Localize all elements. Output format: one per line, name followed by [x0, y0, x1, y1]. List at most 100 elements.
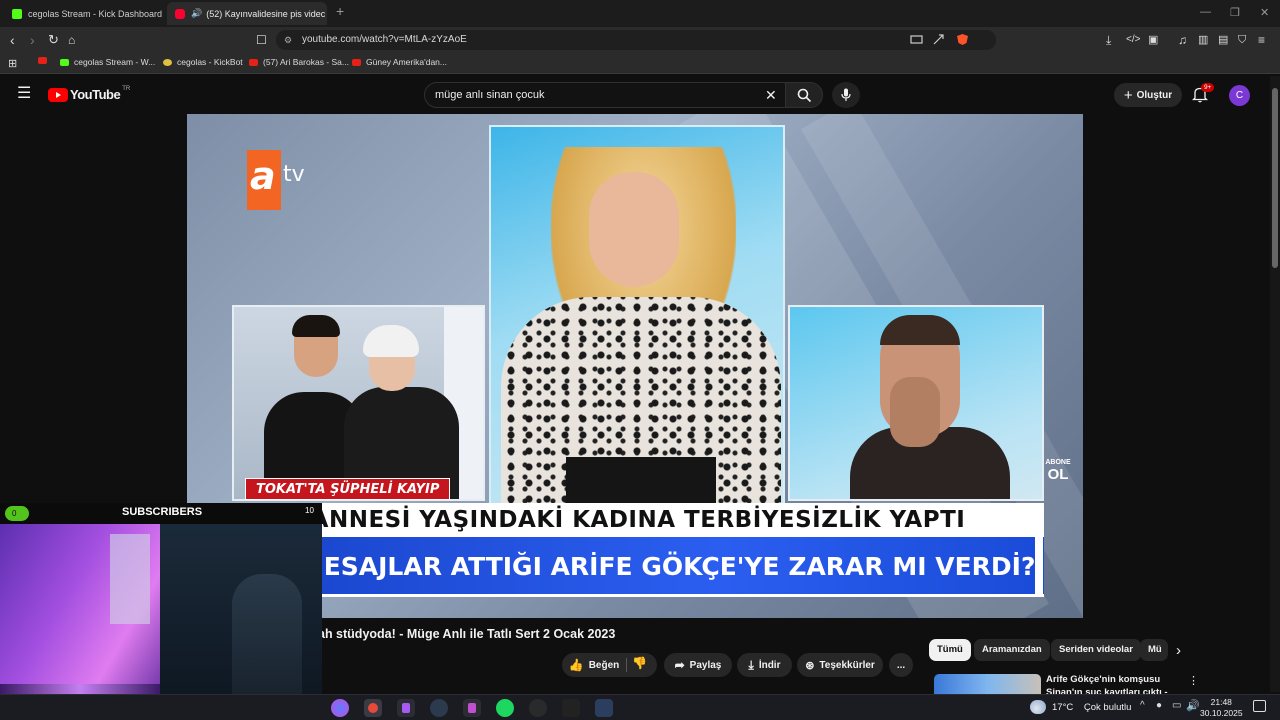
chips-next-icon[interactable]: › — [1176, 642, 1181, 659]
bookmark-ari-barokas[interactable]: (57) Ari Barokas - Sa... — [249, 57, 349, 67]
download-button[interactable]: ⤓ İndir — [737, 653, 792, 677]
bookmark-label: Güney Amerika'dan... — [366, 57, 447, 67]
guest-hand — [890, 377, 940, 447]
avatar[interactable]: C — [1229, 85, 1250, 106]
chip-from-search[interactable]: Aramanızdan — [974, 639, 1050, 661]
more-actions-button[interactable]: ... — [889, 653, 913, 677]
guest-panel-right — [788, 305, 1044, 501]
temperature: 17°C — [1052, 702, 1074, 713]
weather-widget[interactable]: 17°C Çok bulutlu — [1052, 702, 1131, 713]
taskbar-spotify-icon[interactable] — [496, 699, 514, 717]
thanks-icon: ⊛ — [805, 659, 815, 672]
sidebar-more-icon[interactable]: ⋮ — [1188, 674, 1199, 687]
country-code: TR — [122, 85, 131, 92]
tab-title: cegolas Stream - Kick Dashboard — [28, 8, 163, 19]
bookmark-label: cegolas Stream - W... — [74, 57, 156, 67]
taskbar-kick-icon[interactable] — [397, 699, 415, 717]
search-query: müge anlı sinan çocuk — [435, 89, 545, 101]
close-tab-icon[interactable]: ✕ — [325, 7, 327, 20]
youtube-logo[interactable]: YouTube TR — [48, 85, 131, 102]
bookmark-youtube[interactable] — [38, 57, 52, 64]
taskbar-globe-icon[interactable] — [430, 699, 448, 717]
chip-series-videos[interactable]: Seriden videolar — [1051, 639, 1141, 661]
hamburger-menu-icon[interactable]: ☰ — [17, 86, 31, 102]
taskbar-app-icon[interactable] — [331, 699, 349, 717]
headline-bottom: KİN MESAJLAR ATTIĞI ARİFE GÖKÇE'YE ZARAR… — [232, 537, 1044, 597]
bookmark-guney-amerika[interactable]: Güney Amerika'dan... — [352, 57, 447, 67]
bookmark-kickbot[interactable]: cegolas - KickBot — [163, 57, 243, 67]
notification-center-icon[interactable] — [1253, 700, 1266, 712]
new-tab-icon[interactable]: + — [336, 3, 344, 19]
screenshot-icon[interactable]: ▣ — [1148, 32, 1158, 48]
tray-network-icon[interactable]: ▭ — [1172, 700, 1181, 711]
taskbar-brave-icon[interactable] — [364, 699, 382, 717]
bookmark-icon[interactable]: ☐ — [256, 32, 267, 48]
apps-grid-icon[interactable]: ⊞ — [8, 57, 17, 70]
scrollbar-thumb[interactable] — [1272, 88, 1278, 268]
wallet-icon[interactable]: ▤ — [1218, 32, 1228, 48]
speaker-icon: 🔊 — [191, 8, 203, 18]
address-bar[interactable]: ⚙ youtube.com/watch?v=MtLA-zYzAoE — [276, 30, 996, 50]
tab-youtube-video[interactable]: 🔊 (52) Kayınvalidesine pis videc ✕ — [167, 2, 327, 25]
like-button[interactable]: 👍 Beğen — [562, 653, 626, 677]
tray-expand-icon[interactable]: ^ — [1140, 700, 1145, 711]
vpn-shield-icon[interactable]: ⛉ — [1238, 32, 1246, 48]
browser-tab-bar: cegolas Stream - Kick Dashboard 🔊 (52) K… — [0, 0, 1280, 27]
youtube-wordmark: YouTube — [70, 87, 121, 102]
menu-icon[interactable]: ≡ — [1258, 32, 1265, 48]
close-window-icon[interactable]: ✕ — [1260, 6, 1269, 19]
subscribe-watermark[interactable]: ABONE OL — [1038, 458, 1078, 492]
site-info-icon[interactable]: ⚙ — [284, 30, 292, 50]
taskbar-obs-icon[interactable] — [529, 699, 547, 717]
search-input[interactable]: müge anlı sinan çocuk ✕ — [424, 82, 786, 108]
music-icon[interactable]: ♫ — [1178, 32, 1187, 48]
minimize-icon[interactable]: — — [1200, 6, 1211, 18]
tab-kick-dashboard[interactable]: cegolas Stream - Kick Dashboard — [4, 2, 164, 25]
webcam-gaming-chair — [232, 574, 302, 714]
cloud-icon — [1030, 700, 1046, 714]
share-button[interactable]: ➦ Paylaş — [664, 653, 732, 677]
taskbar-clock[interactable]: 21:48 30.10.2025 — [1200, 697, 1243, 719]
webcam-window — [110, 534, 150, 624]
cast-icon[interactable] — [910, 33, 923, 46]
download-icon[interactable]: ⤓ — [1106, 32, 1111, 48]
thumbs-down-icon: 👎 — [632, 656, 647, 670]
thumbs-up-icon: 👍 — [568, 658, 584, 672]
forward-icon[interactable]: › — [30, 32, 35, 48]
share-arrow-icon: ➦ — [674, 658, 685, 672]
back-icon[interactable]: ‹ — [10, 32, 15, 48]
kick-icon — [60, 58, 69, 66]
taskbar-game-icon[interactable] — [463, 699, 481, 717]
sidebar-icon[interactable]: ▥ — [1198, 32, 1208, 48]
webcam-overlay — [0, 524, 322, 714]
search-button[interactable] — [785, 82, 823, 108]
tray-mic-icon[interactable]: ● — [1156, 700, 1162, 711]
notifications-button[interactable]: 9+ — [1191, 83, 1215, 108]
youtube-icon — [352, 58, 361, 66]
sidebar-video-thumbnail[interactable] — [934, 674, 1041, 694]
home-icon[interactable]: ⌂ — [68, 32, 75, 48]
restore-icon[interactable]: ❐ — [1230, 6, 1240, 19]
create-button[interactable]: + Oluştur — [1114, 83, 1182, 107]
thanks-button[interactable]: ⊛ Teşekkürler — [797, 653, 883, 677]
taskbar-telegram-icon[interactable] — [595, 699, 613, 717]
dislike-button[interactable]: 👎 — [632, 656, 647, 670]
share-page-icon[interactable] — [932, 33, 945, 46]
search-icon — [797, 88, 811, 102]
voice-search-button[interactable] — [832, 82, 860, 108]
clock-date: 30.10.2025 — [1200, 708, 1243, 718]
subscriber-goal-label: SUBSCRIBERS — [122, 506, 203, 518]
clear-search-icon[interactable]: ✕ — [765, 83, 777, 107]
tray-volume-icon[interactable]: 🔊 — [1186, 699, 1200, 712]
thanks-label: Teşekkürler — [819, 659, 875, 671]
devtools-icon[interactable]: </> — [1126, 32, 1140, 48]
bookmark-kick-stream[interactable]: cegolas Stream - W... — [60, 57, 155, 67]
chip-all[interactable]: Tümü — [929, 639, 971, 661]
notification-count-badge: 9+ — [1201, 83, 1215, 92]
reload-icon[interactable]: ↻ — [48, 32, 59, 48]
brave-shield-icon[interactable] — [956, 33, 969, 46]
sidebar-video-title[interactable]: Arife Gökçe'nin komşusu Sinan'ın suç kay… — [1046, 673, 1176, 695]
taskbar-epic-icon[interactable] — [562, 699, 580, 717]
chip-truncated[interactable]: Mü — [1140, 639, 1168, 661]
like-dislike-group: 👍 Beğen 👎 — [562, 653, 657, 677]
